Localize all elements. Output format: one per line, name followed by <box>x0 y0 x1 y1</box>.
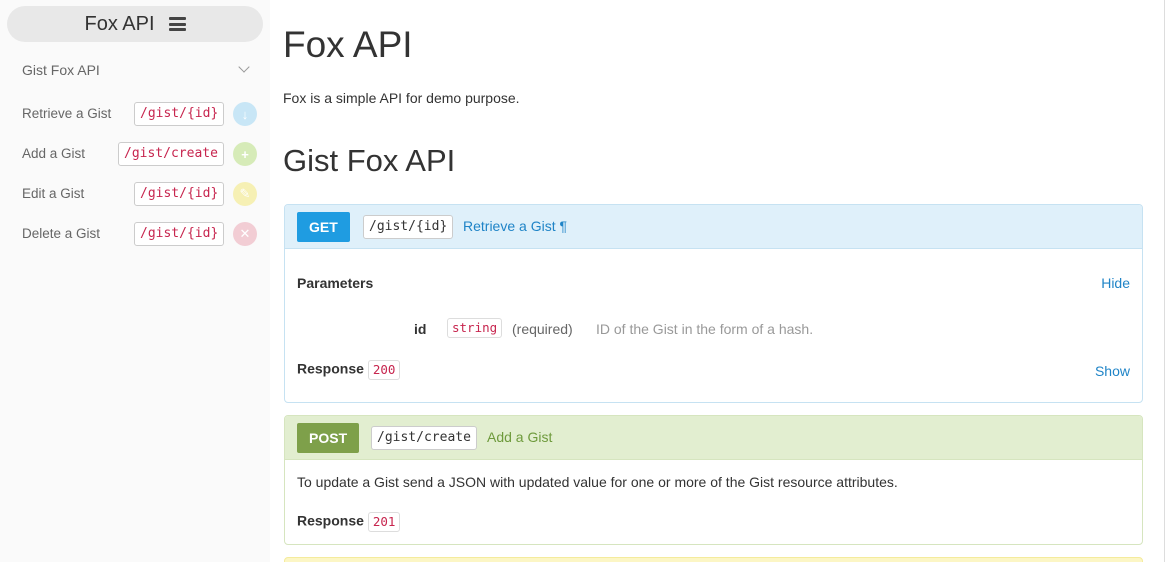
sidebar-item-add-gist[interactable]: Add a Gist /gist/create + <box>22 141 262 167</box>
sidebar-item-label: Edit a Gist <box>22 186 85 201</box>
endpoint-description: To update a Gist send a JSON with update… <box>297 474 898 490</box>
param-description: ID of the Gist in the form of a hash. <box>596 321 814 337</box>
response-code: 201 <box>367 512 401 532</box>
sidebar-item-path: /gist/{id} <box>134 102 225 126</box>
sidebar-item-label: Add a Gist <box>22 146 86 161</box>
brand-toggle[interactable]: Fox API <box>7 6 263 42</box>
chevron-down-icon[interactable] <box>238 61 250 73</box>
method-badge-get: GET <box>297 212 350 242</box>
hide-parameters-link[interactable]: Hide <box>1101 275 1130 291</box>
pencil-icon: ✎ <box>233 182 257 206</box>
show-response-link[interactable]: Show <box>1095 363 1130 379</box>
response-code: 200 <box>367 360 401 380</box>
endpoint-panel-put <box>284 557 1143 562</box>
main-content: Fox API Fox is a simple API for demo pur… <box>270 0 1165 562</box>
response-row: Response 200 <box>297 360 401 380</box>
nav-group-label: Gist Fox API <box>22 62 100 78</box>
endpoint-path: /gist/{id} <box>363 215 454 239</box>
param-name: id <box>414 321 427 337</box>
endpoint-panel-post: POST /gist/create Add a Gist To update a… <box>284 415 1143 545</box>
response-label: Response <box>297 512 364 529</box>
sidebar-item-label: Retrieve a Gist <box>22 106 112 121</box>
sidebar-item-path: /gist/create <box>118 142 224 166</box>
sidebar-item-retrieve-gist[interactable]: Retrieve a Gist /gist/{id} ↓ <box>22 101 262 127</box>
section-title: Gist Fox API <box>283 143 456 178</box>
endpoint-header: POST /gist/create Add a Gist <box>285 416 1142 460</box>
sidebar-item-label: Delete a Gist <box>22 226 101 241</box>
response-label: Response <box>297 360 364 377</box>
endpoint-title-link[interactable]: Add a Gist <box>487 429 552 445</box>
method-badge-post: POST <box>297 423 360 453</box>
sidebar-item-path: /gist/{id} <box>134 222 225 246</box>
response-row: Response 201 <box>297 512 401 532</box>
page-title: Fox API <box>283 24 413 65</box>
sidebar: Fox API Gist Fox API Retrieve a Gist /gi… <box>0 0 270 562</box>
close-icon: ✕ <box>233 222 257 246</box>
brand-title: Fox API <box>84 12 155 35</box>
endpoint-title-link[interactable]: Retrieve a Gist ¶ <box>463 218 567 234</box>
endpoint-path: /gist/create <box>371 426 477 450</box>
plus-icon: + <box>233 142 257 166</box>
endpoint-panel-get: GET /gist/{id} Retrieve a Gist ¶ Paramet… <box>284 204 1143 403</box>
param-type: string <box>447 318 503 338</box>
page-description: Fox is a simple API for demo purpose. <box>283 90 520 106</box>
sidebar-item-edit-gist[interactable]: Edit a Gist /gist/{id} ✎ <box>22 181 262 207</box>
endpoint-header: GET /gist/{id} Retrieve a Gist ¶ <box>285 205 1142 249</box>
sidebar-item-path: /gist/{id} <box>134 182 225 206</box>
parameters-label: Parameters <box>297 275 374 291</box>
arrow-down-icon: ↓ <box>233 102 257 126</box>
nav-group-gist-fox-api[interactable]: Gist Fox API <box>22 61 254 80</box>
param-required: (required) <box>512 321 573 337</box>
sidebar-item-delete-gist[interactable]: Delete a Gist /gist/{id} ✕ <box>22 221 262 247</box>
hamburger-menu-icon[interactable] <box>168 17 186 31</box>
